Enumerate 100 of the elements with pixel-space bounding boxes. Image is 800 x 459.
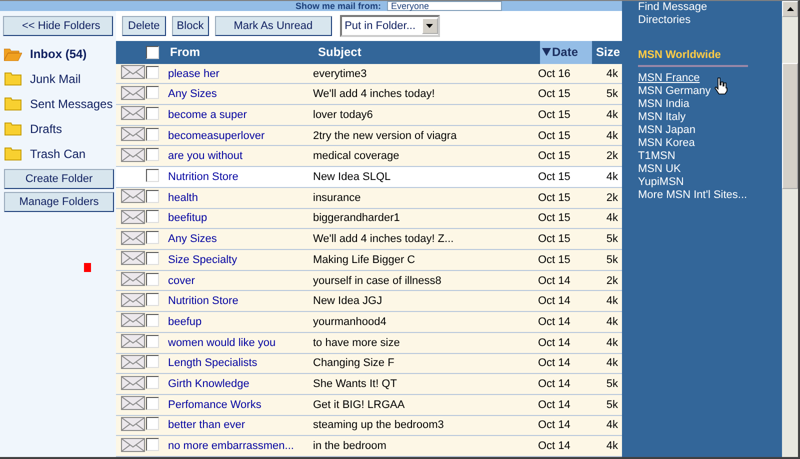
sender-cell[interactable]: Nutrition Store bbox=[168, 171, 313, 184]
sender-cell[interactable]: beefitup bbox=[168, 212, 313, 224]
row-checkbox[interactable] bbox=[146, 106, 159, 120]
toolbar-button[interactable]: Mark As Unread bbox=[214, 16, 332, 36]
sender-cell[interactable]: please her bbox=[168, 68, 313, 80]
sender-cell[interactable]: Any Sizes bbox=[168, 88, 313, 100]
scroll-up-button[interactable] bbox=[782, 1, 798, 17]
message-row[interactable]: Size Specialty Making Life Bigger C Oct 15 5k bbox=[116, 250, 622, 271]
row-checkbox[interactable] bbox=[146, 334, 159, 348]
sender-cell[interactable]: Perfomance Works bbox=[168, 398, 313, 411]
row-checkbox[interactable] bbox=[146, 252, 159, 265]
site-link[interactable]: More MSN Int'l Sites... bbox=[638, 189, 748, 202]
site-link[interactable]: T1MSN bbox=[638, 150, 676, 163]
message-row[interactable]: better than ever steaming up the bedroom3 Oct 14 4k bbox=[116, 416, 622, 436]
row-checkbox[interactable] bbox=[146, 396, 159, 410]
message-row[interactable]: beefup yourmanhood4 Oct 14 4k bbox=[116, 312, 622, 333]
row-checkbox[interactable] bbox=[146, 148, 159, 162]
message-row[interactable]: please her everytime3 Oct 16 4k bbox=[116, 64, 622, 84]
site-link[interactable]: MSN Japan bbox=[638, 124, 696, 137]
message-row[interactable]: Girth Knowledge She Wants It! QT Oct 14 5k bbox=[116, 374, 622, 395]
message-row[interactable]: cover yourself in case of illness8 Oct 14 2k bbox=[116, 270, 622, 292]
message-row[interactable]: Any Sizes We'll add 4 inches today! Z... Oct 15 5k bbox=[116, 229, 622, 250]
marker-square bbox=[84, 263, 91, 272]
row-checkbox[interactable] bbox=[146, 314, 159, 327]
message-row[interactable]: becomeasuperlover 2try the new version of viagra Oct 15 4k bbox=[116, 126, 622, 146]
sender-cell[interactable]: cover bbox=[168, 274, 313, 287]
hide-folders-button[interactable]: << Hide Folders bbox=[3, 16, 113, 36]
message-row[interactable]: women would like you to have more size Oct 14 4k bbox=[116, 332, 622, 354]
row-checkbox[interactable] bbox=[146, 231, 159, 244]
sender-cell[interactable]: are you without bbox=[168, 150, 313, 162]
toolbar-button[interactable]: Block bbox=[172, 16, 209, 36]
folder-icon bbox=[4, 146, 22, 160]
subject-cell-text: 2try the new version of viagra bbox=[313, 130, 458, 142]
folder-button[interactable]: Manage Folders bbox=[4, 192, 114, 212]
row-checkbox[interactable] bbox=[146, 66, 159, 78]
row-checkbox[interactable] bbox=[146, 438, 159, 452]
folder-item[interactable]: Drafts bbox=[0, 116, 116, 141]
column-header[interactable]: Subject bbox=[316, 41, 540, 64]
sender-cell[interactable]: better than ever bbox=[168, 419, 313, 432]
sender-filter-select[interactable]: Everyone bbox=[387, 1, 502, 11]
site-link[interactable]: MSN Germany bbox=[638, 85, 711, 98]
panel-link[interactable]: Find Message bbox=[638, 1, 708, 14]
folder-item[interactable]: Trash Can bbox=[0, 141, 116, 166]
date-cell-text: Oct 14 bbox=[538, 398, 572, 411]
sender-cell[interactable]: Size Specialty bbox=[168, 254, 313, 266]
folder-item[interactable]: Junk Mail bbox=[0, 66, 116, 91]
folder-button[interactable]: Create Folder bbox=[4, 169, 114, 189]
panel-link[interactable]: Directories bbox=[638, 14, 691, 27]
column-header[interactable]: Size bbox=[592, 41, 622, 64]
message-row[interactable]: no more embarrassmen... in the bedroom Oct 14 4k bbox=[116, 436, 622, 457]
sender-cell[interactable]: Nutrition Store bbox=[168, 295, 313, 308]
subject-cell-text: Making Life Bigger C bbox=[313, 254, 416, 266]
row-checkbox[interactable] bbox=[146, 376, 159, 390]
sender-cell[interactable]: no more embarrassmen... bbox=[168, 440, 313, 452]
toolbar-button[interactable]: Delete bbox=[122, 16, 166, 36]
sender-cell[interactable]: Girth Knowledge bbox=[168, 378, 313, 390]
message-row[interactable]: Any Sizes We'll add 4 inches today! Oct 15 5k bbox=[116, 84, 622, 106]
sender-cell[interactable]: Length Specialists bbox=[168, 357, 313, 370]
sender-cell[interactable]: beefup bbox=[168, 316, 313, 328]
message-row[interactable]: health insurance Oct 15 2k bbox=[116, 188, 622, 209]
row-checkbox[interactable] bbox=[146, 355, 159, 368]
row-checkbox[interactable] bbox=[146, 86, 159, 100]
row-checkbox[interactable] bbox=[146, 210, 159, 224]
folder-item[interactable]: Inbox (54) bbox=[0, 41, 116, 66]
message-row[interactable]: Nutrition Store New Idea SLQL Oct 15 4k bbox=[116, 167, 622, 188]
message-row[interactable]: Perfomance Works Get it BIG! LRGAA Oct 14 5k bbox=[116, 394, 622, 416]
row-checkbox[interactable] bbox=[146, 128, 159, 141]
row-checkbox[interactable] bbox=[146, 169, 159, 182]
site-link[interactable]: MSN France bbox=[638, 72, 700, 85]
sender-cell[interactable]: become a super bbox=[168, 108, 313, 121]
message-row[interactable]: are you without medical coverage Oct 15 2k bbox=[116, 146, 622, 168]
sender-cell[interactable]: women would like you bbox=[168, 336, 313, 349]
row-checkbox[interactable] bbox=[146, 417, 159, 430]
site-link[interactable]: MSN India bbox=[638, 98, 690, 111]
message-row[interactable]: become a super lover today6 Oct 15 4k bbox=[116, 105, 622, 126]
row-checkbox[interactable] bbox=[146, 190, 159, 203]
row-checkbox[interactable] bbox=[146, 293, 159, 306]
envelope-icon bbox=[121, 127, 145, 142]
message-row[interactable]: Length Specialists Changing Size F Oct 14 4k bbox=[116, 354, 622, 374]
select-all-checkbox[interactable] bbox=[146, 46, 159, 59]
site-link[interactable]: MSN Italy bbox=[638, 111, 686, 124]
row-checkbox[interactable] bbox=[146, 272, 159, 286]
sender-cell[interactable]: becomeasuperlover bbox=[168, 130, 313, 142]
subject-cell-text: We'll add 4 inches today! Z... bbox=[313, 233, 455, 246]
sender-cell[interactable]: Any Sizes bbox=[168, 233, 313, 246]
site-link[interactable]: MSN UK bbox=[638, 163, 681, 176]
column-header[interactable]: Date bbox=[540, 41, 592, 64]
site-link[interactable]: MSN Korea bbox=[638, 137, 695, 150]
scrollbar-thumb[interactable] bbox=[782, 63, 798, 189]
message-row[interactable]: Nutrition Store New Idea JGJ Oct 14 4k bbox=[116, 291, 622, 312]
date-cell-text: Oct 15 bbox=[538, 254, 572, 266]
size-cell-text: 4k bbox=[605, 336, 619, 349]
sender-cell[interactable]: health bbox=[168, 192, 313, 204]
folder-item[interactable]: Sent Messages bbox=[0, 91, 116, 116]
move-to-folder-select[interactable]: Put in Folder... bbox=[340, 15, 440, 37]
site-link[interactable]: YupiMSN bbox=[638, 176, 684, 189]
subject-cell-text: in the bedroom bbox=[313, 440, 388, 452]
envelope-icon bbox=[121, 65, 145, 79]
column-header[interactable]: From bbox=[168, 41, 316, 64]
message-row[interactable]: beefitup biggerandharder1 Oct 15 4k bbox=[116, 208, 622, 230]
